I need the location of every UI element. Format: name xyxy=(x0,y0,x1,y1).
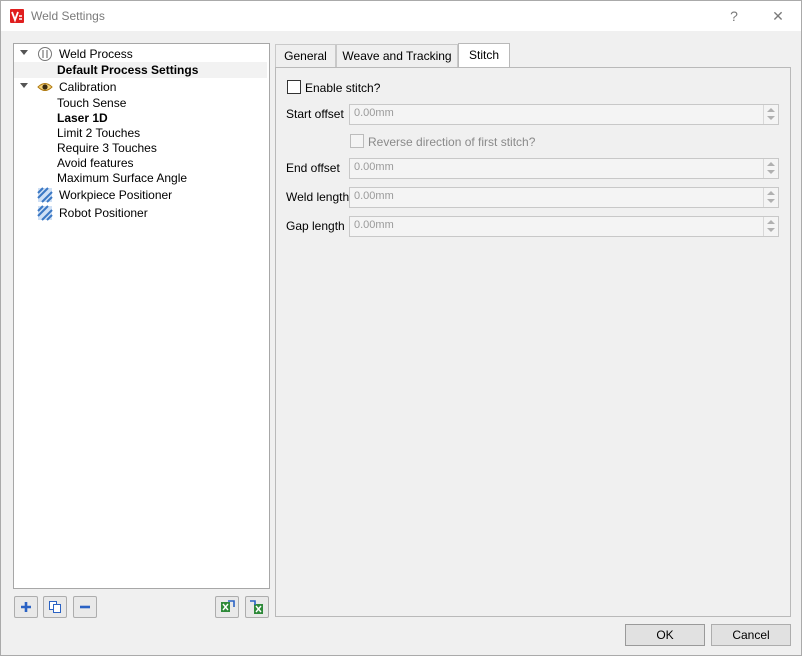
tree-item-workpiece-positioner[interactable]: Workpiece Positioner xyxy=(14,187,267,203)
remove-button[interactable] xyxy=(73,596,97,618)
weld-settings-dialog: Weld Settings ? ✕ Weld Process Default P… xyxy=(0,0,802,656)
export-icon xyxy=(250,600,263,614)
reverse-direction-checkbox[interactable] xyxy=(350,134,364,148)
tree-item-limit-2-touches[interactable]: Limit 2 Touches xyxy=(14,125,267,141)
weld-length-field[interactable]: 0.00mm xyxy=(349,187,779,208)
tree-item-weld-process[interactable]: Weld Process xyxy=(14,46,267,62)
tree-item-label: Default Process Settings xyxy=(57,63,199,77)
tree-item-label: Calibration xyxy=(59,80,117,94)
tree-item-require-3-touches[interactable]: Require 3 Touches xyxy=(14,140,267,156)
spin-down-icon[interactable] xyxy=(767,228,775,232)
spin-down-icon[interactable] xyxy=(767,116,775,120)
gap-length-field[interactable]: 0.00mm xyxy=(349,216,779,237)
spinner-arrows[interactable] xyxy=(763,188,778,207)
title-bar: Weld Settings ? ✕ xyxy=(1,1,801,31)
end-offset-label: End offset xyxy=(286,161,340,175)
settings-tree[interactable]: Weld Process Default Process Settings Ca… xyxy=(13,43,270,589)
close-button[interactable]: ✕ xyxy=(755,1,801,31)
import-button[interactable] xyxy=(215,596,239,618)
spin-up-icon[interactable] xyxy=(767,162,775,166)
positioner-icon xyxy=(37,187,53,203)
gap-length-value: 0.00mm xyxy=(354,219,394,231)
help-button[interactable]: ? xyxy=(711,1,757,31)
remove-icon xyxy=(80,605,90,609)
weld-length-label: Weld length xyxy=(286,190,350,204)
spin-down-icon[interactable] xyxy=(767,170,775,174)
tree-item-label: Laser 1D xyxy=(57,111,108,125)
copy-button[interactable] xyxy=(43,596,67,618)
spin-up-icon[interactable] xyxy=(767,191,775,195)
tree-item-robot-positioner[interactable]: Robot Positioner xyxy=(14,205,267,221)
tree-item-touch-sense[interactable]: Touch Sense xyxy=(14,95,267,111)
tab-stitch[interactable]: Stitch xyxy=(458,43,510,68)
tree-item-label: Limit 2 Touches xyxy=(57,126,141,140)
ok-button[interactable]: OK xyxy=(625,624,705,646)
tree-item-calibration[interactable]: Calibration xyxy=(14,79,267,95)
tree-item-label: Maximum Surface Angle xyxy=(57,171,188,185)
expand-arrow-icon[interactable] xyxy=(20,50,28,55)
end-offset-field[interactable]: 0.00mm xyxy=(349,158,779,179)
reverse-direction-label: Reverse direction of first stitch? xyxy=(368,135,536,149)
tab-weave-and-tracking[interactable]: Weave and Tracking xyxy=(336,44,458,67)
tree-item-avoid-features[interactable]: Avoid features xyxy=(14,155,267,171)
copy-icon xyxy=(49,601,61,613)
import-icon xyxy=(221,600,235,612)
tree-item-label: Touch Sense xyxy=(57,96,127,110)
eye-icon xyxy=(37,79,53,95)
end-offset-value: 0.00mm xyxy=(354,161,394,173)
add-icon xyxy=(21,602,31,612)
weld-length-value: 0.00mm xyxy=(354,190,394,202)
enable-stitch-checkbox[interactable] xyxy=(287,80,301,94)
start-offset-field[interactable]: 0.00mm xyxy=(349,104,779,125)
spinner-arrows[interactable] xyxy=(763,217,778,236)
stitch-tab-panel: Enable stitch? Start offset 0.00mm Rever… xyxy=(275,67,791,617)
spin-up-icon[interactable] xyxy=(767,220,775,224)
start-offset-value: 0.00mm xyxy=(354,107,394,119)
spin-up-icon[interactable] xyxy=(767,108,775,112)
positioner-icon xyxy=(37,205,53,221)
spinner-arrows[interactable] xyxy=(763,105,778,124)
export-button[interactable] xyxy=(245,596,269,618)
tree-item-maximum-surface-angle[interactable]: Maximum Surface Angle xyxy=(14,170,267,186)
tree-item-label: Weld Process xyxy=(59,47,133,61)
spinner-arrows[interactable] xyxy=(763,159,778,178)
start-offset-label: Start offset xyxy=(286,107,344,121)
weld-process-icon xyxy=(37,46,53,62)
tab-general[interactable]: General xyxy=(275,44,336,67)
enable-stitch-label: Enable stitch? xyxy=(305,81,381,95)
gap-length-label: Gap length xyxy=(286,219,345,233)
expand-arrow-icon[interactable] xyxy=(20,83,28,88)
cancel-button[interactable]: Cancel xyxy=(711,624,791,646)
spin-down-icon[interactable] xyxy=(767,199,775,203)
tree-item-default-process-settings[interactable]: Default Process Settings xyxy=(14,62,267,78)
tree-item-label: Avoid features xyxy=(57,156,134,170)
window-title: Weld Settings xyxy=(31,9,105,23)
app-logo-icon xyxy=(10,9,24,23)
tree-item-label: Workpiece Positioner xyxy=(59,188,173,202)
add-button[interactable] xyxy=(14,596,38,618)
tree-item-label: Require 3 Touches xyxy=(57,141,157,155)
tree-item-label: Robot Positioner xyxy=(59,206,148,220)
tree-item-laser-1d[interactable]: Laser 1D xyxy=(14,110,267,126)
